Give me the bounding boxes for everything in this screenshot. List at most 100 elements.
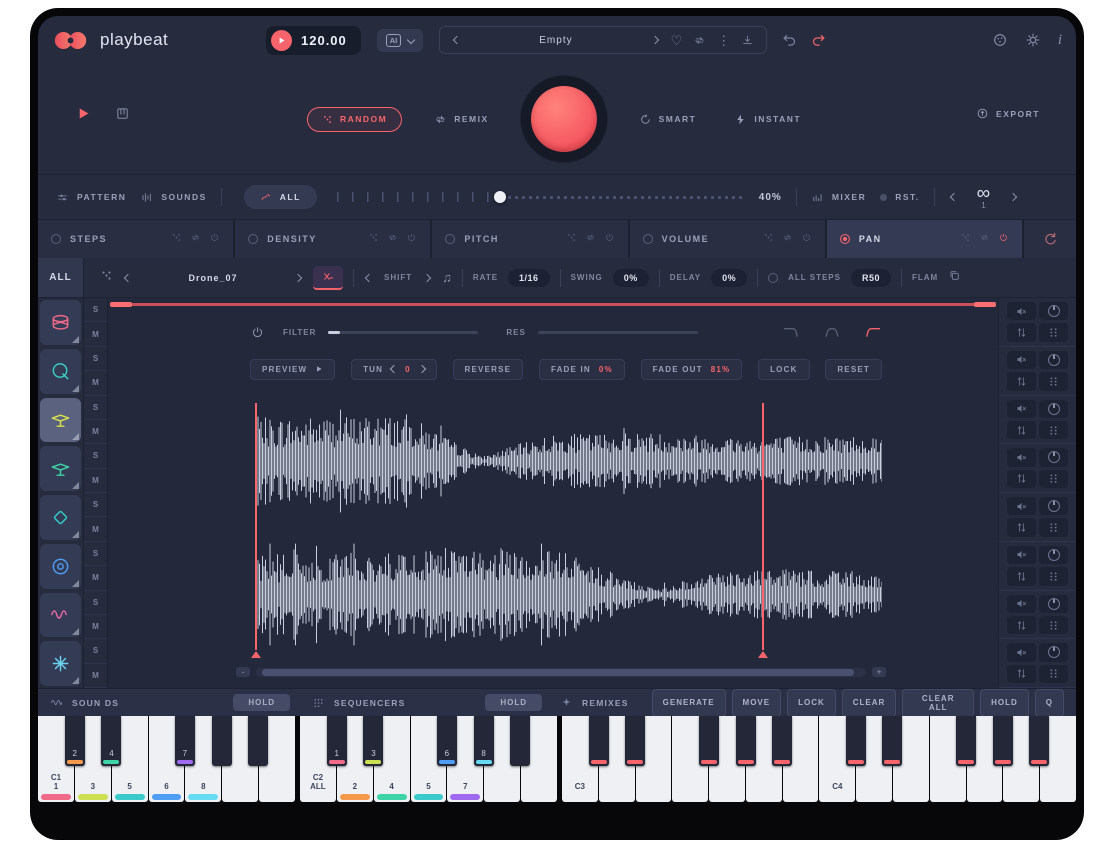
sample-prev-button[interactable] [123, 273, 133, 283]
track-5-mute-button[interactable]: M [84, 517, 107, 541]
resonance-slider[interactable] [538, 331, 698, 334]
param-tab-volume[interactable]: VOLUME [630, 220, 825, 258]
hold-button[interactable]: HOLD [980, 689, 1029, 717]
black-key[interactable]: 2 [65, 716, 85, 766]
track-6-mute-button[interactable]: M [84, 566, 107, 590]
delay-value[interactable]: 0% [711, 269, 747, 287]
pattern-length-next-button[interactable] [1008, 192, 1018, 202]
black-key[interactable]: 8 [474, 716, 494, 766]
transport-play-icon[interactable] [76, 106, 91, 121]
track-1-solo-button[interactable]: S [84, 298, 107, 322]
black-key[interactable] [736, 716, 756, 766]
ai-menu-button[interactable]: AI [377, 29, 424, 52]
waveform-right-channel[interactable] [250, 541, 882, 649]
q-button[interactable]: Q [1035, 689, 1064, 717]
highpass-icon[interactable] [862, 325, 882, 339]
track-5-mute-speaker-button[interactable] [1007, 497, 1036, 515]
black-key[interactable] [589, 716, 609, 766]
tab-pattern[interactable]: PATTERN [56, 191, 126, 204]
track-7-pan-knob[interactable] [1039, 595, 1068, 613]
loop-icon[interactable] [585, 230, 596, 248]
tab-radio[interactable] [643, 234, 653, 244]
black-key[interactable] [625, 716, 645, 766]
filter-power-button[interactable] [250, 325, 265, 340]
play-button[interactable] [271, 30, 292, 51]
black-key[interactable] [846, 716, 866, 766]
sample-dice-icon[interactable] [100, 269, 113, 287]
bpm-value[interactable]: 120.00 [301, 33, 347, 48]
loop-icon[interactable] [387, 230, 398, 248]
track-2-solo-button[interactable]: S [84, 347, 107, 371]
track-7-shift-arrows-button[interactable] [1007, 616, 1036, 634]
zoom-in-button[interactable]: + [872, 667, 886, 677]
track-4-pan-knob[interactable] [1039, 448, 1068, 466]
track-3-pan-knob[interactable] [1039, 400, 1068, 418]
track-5-shift-arrows-button[interactable] [1007, 518, 1036, 536]
settings-gear-icon[interactable] [1025, 32, 1041, 48]
loop-range-bar[interactable] [110, 302, 996, 307]
sequencers-hold-button[interactable]: HOLD [485, 694, 542, 711]
bpm-box[interactable]: 120.00 [266, 26, 361, 55]
track-8-solo-button[interactable]: S [84, 639, 107, 663]
randomize-amount-slider[interactable] [337, 190, 745, 204]
pattern-length-control[interactable]: ∞ 1 [977, 184, 991, 210]
generate-button[interactable]: GENERATE [652, 689, 726, 717]
loop-icon[interactable] [979, 230, 990, 248]
preset-name[interactable]: Empty [473, 35, 638, 46]
track-2-mute-button[interactable]: M [84, 371, 107, 395]
preset-menu-kebab-icon[interactable]: ⋮ [717, 34, 730, 47]
track-7-solo-button[interactable]: S [84, 591, 107, 615]
tab-radio[interactable] [445, 234, 455, 244]
black-key[interactable] [993, 716, 1013, 766]
all-steps-value[interactable]: R50 [851, 269, 891, 287]
track-6-drag-grip[interactable] [1039, 567, 1068, 585]
loop-icon[interactable] [782, 230, 793, 248]
tune-control[interactable]: TUN 0 [351, 359, 437, 380]
track-1-shift-arrows-button[interactable] [1007, 323, 1036, 341]
track-5-pan-knob[interactable] [1039, 497, 1068, 515]
black-key[interactable]: 6 [437, 716, 457, 766]
black-key[interactable] [882, 716, 902, 766]
tab-radio[interactable] [248, 234, 258, 244]
black-key[interactable]: 7 [175, 716, 195, 766]
track-7-wave-button[interactable] [40, 593, 81, 638]
loop-icon[interactable] [190, 230, 201, 248]
track-1-mute-button[interactable]: M [84, 322, 107, 346]
track-4-mute-button[interactable]: M [84, 469, 107, 493]
fade-out-control[interactable]: FADE OUT 81% [641, 359, 743, 380]
track-4-hihat-button[interactable] [40, 446, 81, 491]
fade-in-control[interactable]: FADE IN 0% [539, 359, 625, 380]
param-tab-steps[interactable]: STEPS [38, 220, 233, 258]
tab-radio[interactable] [840, 234, 850, 244]
track-2-shift-arrows-button[interactable] [1007, 372, 1036, 390]
track-3-drag-grip[interactable] [1039, 421, 1068, 439]
black-key[interactable]: 4 [101, 716, 121, 766]
all-tracks-cell[interactable]: ALL [38, 258, 84, 297]
param-tab-density[interactable]: DENSITY [235, 220, 430, 258]
smart-button[interactable]: SMART [633, 112, 703, 127]
shift-right-button[interactable] [422, 273, 432, 283]
move-button[interactable]: MOVE [732, 689, 782, 717]
sounds-hold-button[interactable]: HOLD [233, 694, 290, 711]
pattern-length-prev-button[interactable] [949, 192, 959, 202]
preview-button[interactable]: PREVIEW [250, 359, 335, 380]
lowpass-icon[interactable] [782, 325, 802, 339]
range-handle-left[interactable] [110, 302, 132, 307]
scroll-thumb[interactable] [262, 669, 854, 676]
rate-value[interactable]: 1/16 [508, 269, 550, 287]
main-randomize-button-face[interactable] [531, 86, 597, 152]
track-4-shift-arrows-button[interactable] [1007, 470, 1036, 488]
preset-save-icon[interactable] [741, 34, 754, 47]
scroll-track[interactable] [256, 668, 866, 677]
track-6-shift-arrows-button[interactable] [1007, 567, 1036, 585]
track-1-drag-grip[interactable] [1039, 323, 1068, 341]
dice-icon[interactable] [368, 230, 379, 248]
filter-slider[interactable] [328, 331, 478, 334]
note-icon[interactable]: ♫ [442, 270, 452, 285]
mixer-button[interactable]: MIXER [811, 191, 866, 204]
tab-sounds[interactable]: SOUNDS [140, 191, 206, 204]
reset-button[interactable]: RST. [880, 192, 919, 202]
track-5-drag-grip[interactable] [1039, 518, 1068, 536]
power-icon[interactable] [406, 230, 417, 248]
range-handle-right[interactable] [974, 302, 996, 307]
